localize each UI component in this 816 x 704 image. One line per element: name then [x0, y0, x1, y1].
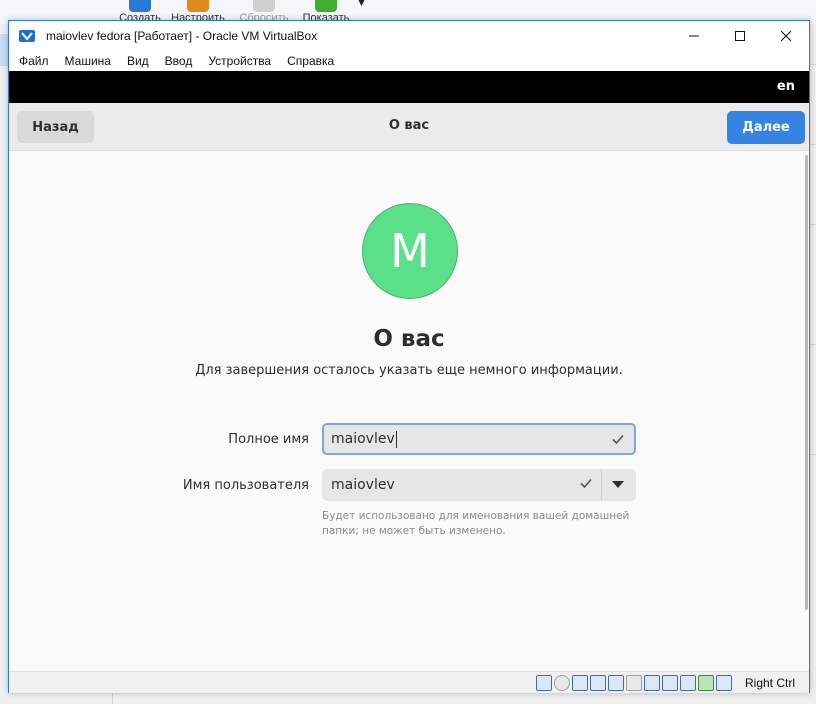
menu-help[interactable]: Справка: [279, 54, 342, 68]
menu-bar: Файл Машина Вид Ввод Устройства Справка: [9, 51, 809, 71]
header-title: О вас: [388, 118, 430, 133]
hard-disk-icon[interactable]: [536, 675, 552, 691]
chevron-down-icon[interactable]: [612, 481, 624, 488]
shared-folders-icon[interactable]: [626, 675, 642, 691]
recording-icon[interactable]: [662, 675, 678, 691]
optical-drive-icon[interactable]: [554, 675, 570, 691]
checkmark-icon: [580, 478, 592, 489]
menu-devices[interactable]: Устройства: [200, 54, 279, 68]
menu-machine[interactable]: Машина: [57, 54, 119, 68]
network-icon[interactable]: [590, 675, 606, 691]
new-vm-icon: [129, 0, 151, 12]
close-icon: [781, 31, 791, 41]
chevron-down-icon: ▼: [358, 0, 365, 8]
usb-icon[interactable]: [608, 675, 624, 691]
next-button[interactable]: Далее: [727, 111, 805, 144]
discard-icon: [253, 0, 275, 12]
menu-file[interactable]: Файл: [11, 54, 57, 68]
username-value: maiovlev: [331, 477, 395, 493]
show-icon: [315, 0, 337, 12]
avatar[interactable]: M: [362, 203, 458, 299]
setup-header-bar: Назад О вас Далее: [9, 103, 809, 151]
menu-input[interactable]: Ввод: [157, 54, 201, 68]
dropdown-separator: [601, 469, 602, 501]
scrollbar[interactable]: [805, 155, 808, 610]
text-caret: [395, 430, 397, 448]
maximize-button[interactable]: [717, 21, 763, 51]
full-name-label: Полное имя: [228, 432, 309, 447]
page-title: О вас: [373, 326, 445, 352]
guest-display[interactable]: en Назад О вас Далее M О вас Для заверше…: [9, 71, 809, 671]
vm-window: maiovlev fedora [Работает] - Oracle VM V…: [8, 20, 810, 693]
audio-icon[interactable]: [572, 675, 588, 691]
window-title: maiovlev fedora [Работает] - Oracle VM V…: [46, 29, 318, 43]
background-manager-sidebar: [0, 24, 8, 694]
username-combo[interactable]: maiovlev: [322, 469, 636, 501]
window-titlebar[interactable]: maiovlev fedora [Работает] - Oracle VM V…: [9, 21, 809, 51]
close-button[interactable]: [763, 21, 809, 51]
menu-view[interactable]: Вид: [119, 54, 157, 68]
minimize-button[interactable]: [671, 21, 717, 51]
keyboard-layout-indicator[interactable]: en: [777, 79, 795, 94]
virtualization-icon[interactable]: [680, 675, 696, 691]
host-key-label: Right Ctrl: [745, 676, 796, 690]
host-key-arrow-icon[interactable]: [716, 675, 732, 691]
virtualbox-icon: [18, 28, 36, 44]
vm-status-bar: Right Ctrl: [9, 671, 809, 693]
mouse-integration-icon[interactable]: [698, 675, 714, 691]
username-hint: Будет использовано для именования вашей …: [322, 510, 630, 537]
full-name-value: maiovlev: [331, 431, 395, 447]
settings-icon: [187, 0, 209, 12]
background-manager-bottom: [0, 692, 816, 704]
page-subtitle: Для завершения осталось указать еще немн…: [195, 363, 623, 378]
device-indicators: [536, 675, 732, 691]
checkmark-icon: [612, 434, 624, 445]
full-name-input[interactable]: maiovlev: [322, 423, 636, 455]
username-label: Имя пользователя: [182, 478, 309, 493]
display-icon[interactable]: [644, 675, 660, 691]
selected-vm-highlight: [0, 34, 8, 66]
gnome-top-bar: en: [9, 71, 809, 103]
